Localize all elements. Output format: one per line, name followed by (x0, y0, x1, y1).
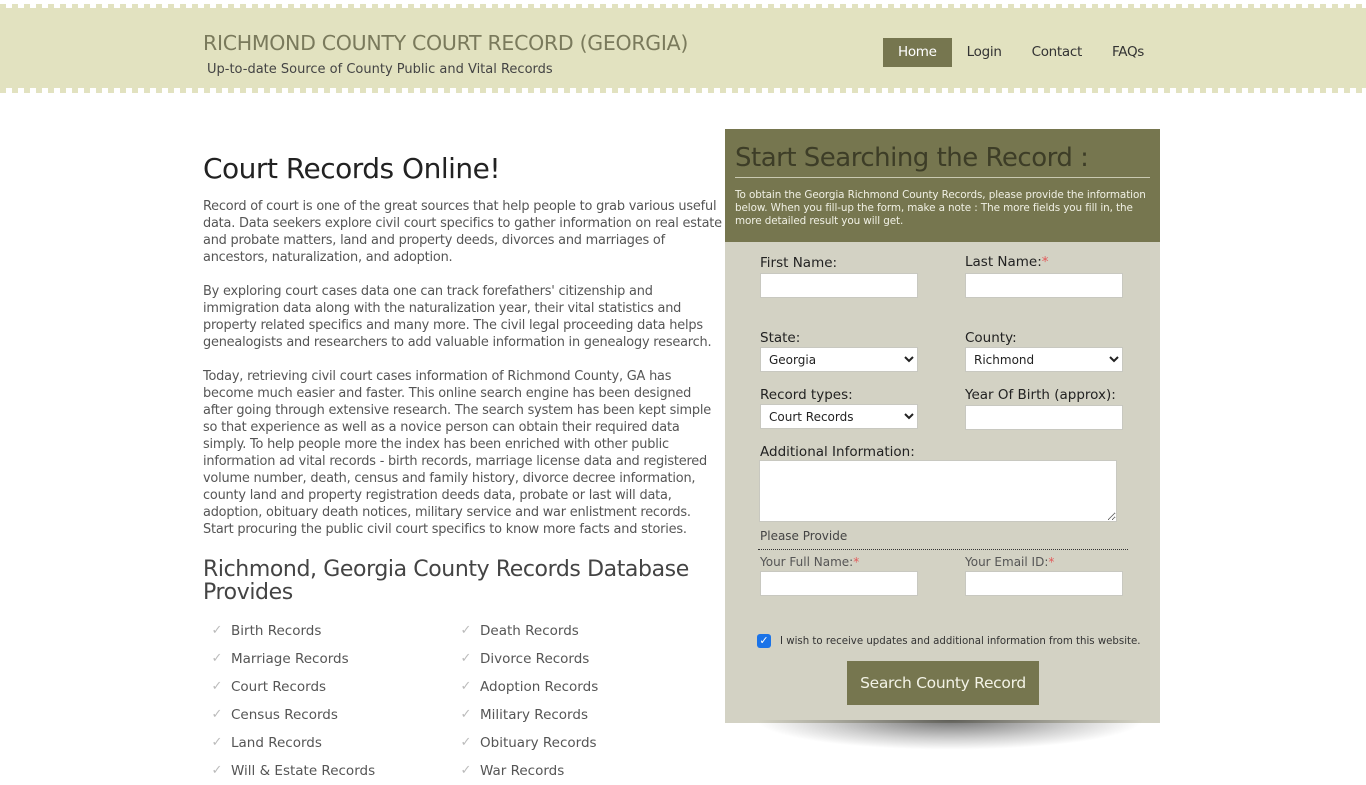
required-mark: * (1041, 254, 1049, 270)
first-name-label-text: First Name: (760, 255, 838, 271)
record-label: Marriage Records (231, 651, 349, 667)
year-of-birth-input[interactable] (965, 405, 1123, 430)
full-name-label-text: Your Full Name: (760, 555, 854, 569)
record-label: Will & Estate Records (231, 763, 376, 779)
check-icon: ✓ (460, 707, 472, 722)
first-name-input[interactable] (760, 273, 918, 298)
check-icon: ✓ (211, 707, 223, 722)
check-icon: ✓ (211, 735, 223, 750)
intro-paragraph-1: Record of court is one of the great sour… (203, 199, 722, 265)
email-label: Your Email ID:* (965, 555, 1054, 569)
list-item: ✓ Military Records (459, 701, 708, 729)
email-input[interactable] (965, 571, 1123, 596)
year-of-birth-label: Year Of Birth (approx): (965, 387, 1116, 403)
nav-faqs[interactable]: FAQs (1097, 38, 1159, 67)
header-zigzag-bottom (0, 88, 1366, 93)
optin-label[interactable]: I wish to receive updates and additional… (780, 636, 1141, 647)
list-item: ✓ Divorce Records (459, 645, 708, 673)
check-icon: ✓ (460, 735, 472, 750)
record-label: Death Records (480, 623, 579, 639)
check-icon: ✓ (460, 651, 472, 666)
record-label: Birth Records (231, 623, 322, 639)
optin-row: ✓ I wish to receive updates and addition… (757, 634, 1141, 648)
site-tagline: Up-to-date Source of County Public and V… (207, 62, 553, 77)
form-header: Start Searching the Record : To obtain t… (725, 129, 1160, 242)
list-item: ✓ Court Records (210, 673, 459, 701)
records-subheading: Richmond, Georgia County Records Databas… (203, 557, 689, 605)
last-name-label-text: Last Name: (965, 254, 1042, 270)
full-name-label: Your Full Name:* (760, 555, 859, 569)
section-divider (758, 549, 1128, 550)
main-nav: Home Login Contact FAQs (883, 38, 1159, 67)
check-icon: ✓ (211, 651, 223, 666)
list-item: ✓ Marriage Records (210, 645, 459, 673)
check-icon: ✓ (211, 623, 223, 638)
list-item: ✓ Birth Records (210, 617, 459, 645)
panel-shadow (755, 720, 1145, 750)
list-item: ✓ War Records (459, 757, 708, 785)
form-title: Start Searching the Record : (735, 143, 1150, 178)
form-intro: To obtain the Georgia Richmond County Re… (735, 189, 1146, 227)
list-item: ✓ Census Records (210, 701, 459, 729)
full-name-input[interactable] (760, 571, 918, 596)
nav-contact[interactable]: Contact (1017, 38, 1097, 67)
record-label: War Records (480, 763, 565, 779)
record-label: Land Records (231, 735, 322, 751)
check-icon: ✓ (460, 679, 472, 694)
record-label: Census Records (231, 707, 338, 723)
page-title: Court Records Online! (203, 152, 501, 185)
record-types-select[interactable]: Court Records (760, 404, 918, 429)
required-mark: * (853, 555, 860, 569)
nav-login[interactable]: Login (952, 38, 1017, 67)
list-item: ✓ Land Records (210, 729, 459, 757)
intro-paragraph-3: Today, retrieving civil court cases info… (203, 369, 711, 537)
main-content: Court Records Online! Record of court is… (203, 150, 723, 785)
please-provide-label: Please Provide (760, 529, 848, 543)
record-label: Divorce Records (480, 651, 590, 667)
records-list: ✓ Birth Records ✓ Death Records ✓ Marriage … (210, 617, 723, 785)
record-label: Adoption Records (480, 679, 599, 695)
optin-checkbox[interactable]: ✓ (757, 634, 771, 648)
county-label: County: (965, 330, 1017, 346)
county-select[interactable]: Richmond (965, 347, 1123, 372)
record-label: Court Records (231, 679, 327, 695)
nav-home[interactable]: Home (883, 38, 952, 67)
list-item: ✓ Adoption Records (459, 673, 708, 701)
record-label: Obituary Records (480, 735, 597, 751)
email-label-text: Your Email ID: (965, 555, 1049, 569)
site-header: RICHMOND COUNTY COURT RECORD (GEORGIA) U… (0, 0, 1366, 96)
list-item: ✓ Obituary Records (459, 729, 708, 757)
last-name-label: Last Name:* (965, 254, 1049, 270)
record-types-label: Record types: (760, 387, 853, 403)
check-icon: ✓ (211, 763, 223, 778)
state-label: State: (760, 330, 801, 346)
check-icon: ✓ (460, 623, 472, 638)
list-item: ✓ Will & Estate Records (210, 757, 459, 785)
intro-paragraph-2: By exploring court cases data one can tr… (203, 284, 712, 350)
last-name-input[interactable] (965, 273, 1123, 298)
additional-info-label: Additional Information: (760, 444, 915, 460)
site-title[interactable]: RICHMOND COUNTY COURT RECORD (GEORGIA) (203, 31, 688, 55)
first-name-label: First Name: (760, 255, 837, 271)
additional-info-textarea[interactable] (759, 460, 1117, 522)
list-item: ✓ Death Records (459, 617, 708, 645)
required-mark: * (1048, 555, 1055, 569)
state-select[interactable]: Georgia (760, 347, 918, 372)
check-icon: ✓ (460, 763, 472, 778)
check-icon: ✓ (211, 679, 223, 694)
search-county-record-button[interactable]: Search County Record (847, 661, 1039, 705)
record-label: Military Records (480, 707, 588, 723)
